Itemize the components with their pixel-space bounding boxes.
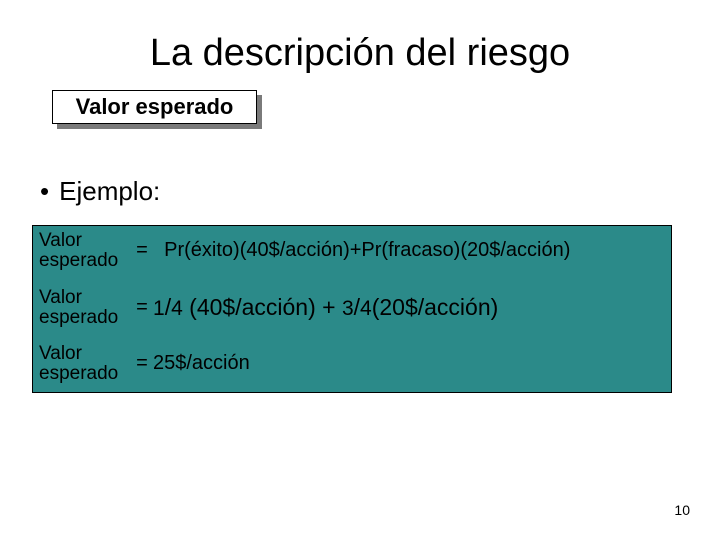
page-number: 10 [674,502,690,518]
frac1-den: 4 [171,297,183,320]
subtitle-box: Valor esperado [52,90,257,124]
term1: (40$/acción) [189,294,316,320]
plus: + [322,294,335,320]
frac1-num: 1 [153,297,165,320]
formula-label-1: Valoresperado [39,231,131,271]
bullet-dot-icon: • [40,176,49,206]
formula-rhs-1: Pr(éxito)(40$/acción)+Pr(fracaso)(20$/ac… [153,239,570,262]
equals-3: = [131,352,153,375]
formula-label-2: Valoresperado [39,288,131,328]
formula-panel: Valoresperado = Pr(éxito)(40$/acción)+Pr… [32,225,672,393]
term2: (20$/acción) [372,294,499,320]
bullet-text: Ejemplo: [59,176,160,206]
slide-title: La descripción del riesgo [0,32,720,75]
subtitle-label: Valor esperado [52,90,257,124]
formula-row-3: Valoresperado = 25$/acción [39,344,250,384]
frac2-num: 3 [342,297,354,320]
bullet-example: • Ejemplo: [40,176,160,207]
equals-2: = [131,296,153,319]
slide: La descripción del riesgo Valor esperado… [0,0,720,540]
formula-rhs-3: 25$/acción [153,352,250,375]
rhs1-text: Pr(éxito)(40$/acción)+Pr(fracaso)(20$/ac… [164,239,570,261]
formula-row-2: Valoresperado = 1/4 (40$/acción) + 3/4(2… [39,288,498,328]
equals-1: = [131,239,153,262]
formula-label-3: Valoresperado [39,344,131,384]
formula-rhs-2: 1/4 (40$/acción) + 3/4(20$/acción) [153,294,498,321]
frac2-den: 4 [360,297,372,320]
formula-row-1: Valoresperado = Pr(éxito)(40$/acción)+Pr… [39,231,570,271]
